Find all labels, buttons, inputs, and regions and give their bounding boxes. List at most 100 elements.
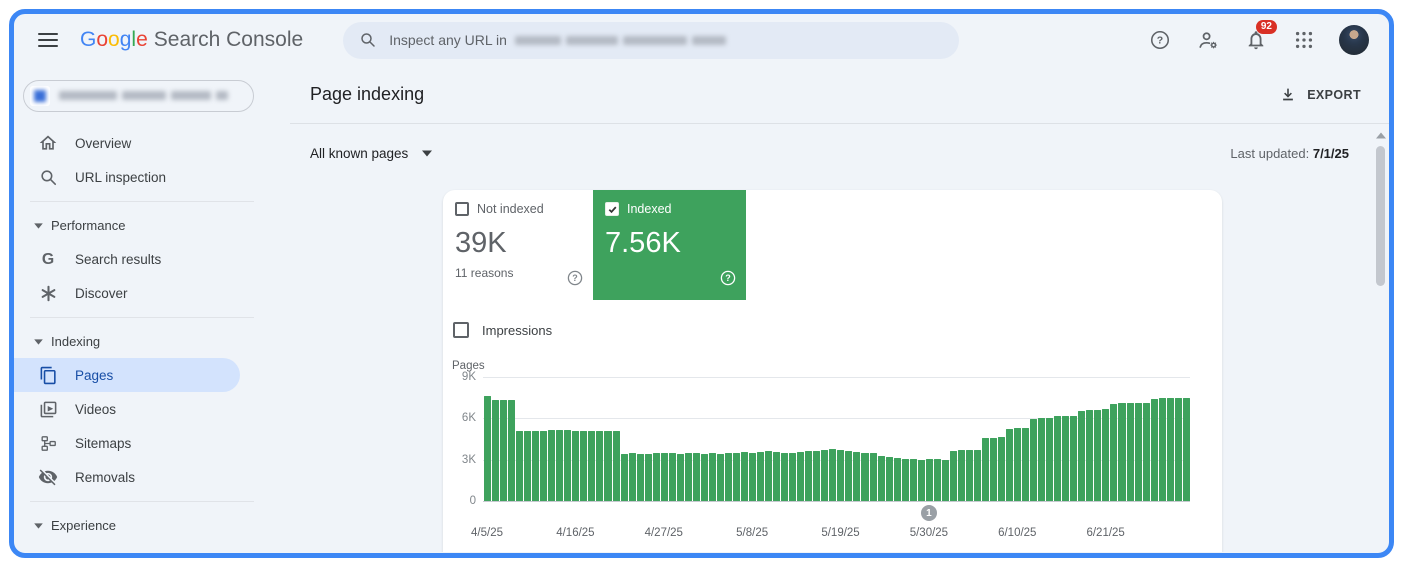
chart-bar[interactable] <box>644 454 652 501</box>
chart-bar[interactable] <box>604 430 612 501</box>
chart-bar[interactable] <box>620 454 628 501</box>
chart-bar[interactable] <box>949 450 957 501</box>
chart-bar[interactable] <box>789 452 797 501</box>
sidebar-section-performance[interactable]: Performance <box>14 209 290 242</box>
chart-bar[interactable] <box>1054 416 1062 501</box>
sidebar-item-pages[interactable]: Pages <box>14 358 240 392</box>
chart-bar[interactable] <box>1038 418 1046 501</box>
chart-bar[interactable] <box>716 454 724 501</box>
chart-bar[interactable] <box>981 438 989 501</box>
chart-bar[interactable] <box>781 452 789 501</box>
chart-bar[interactable] <box>941 459 949 501</box>
chart-bar[interactable] <box>917 459 925 501</box>
chart-bar[interactable] <box>484 396 492 501</box>
chart-bar[interactable] <box>1086 410 1094 501</box>
chart-bar[interactable] <box>1078 410 1086 501</box>
google-search-console-logo[interactable]: Google Search Console <box>80 28 303 52</box>
chart-bar[interactable] <box>797 452 805 501</box>
chart-bar[interactable] <box>973 450 981 501</box>
sidebar-item-url-inspection[interactable]: URL inspection <box>14 160 290 194</box>
avatar[interactable] <box>1339 25 1369 55</box>
sidebar-item-removals[interactable]: Removals <box>14 460 290 494</box>
scroll-up-arrow-icon[interactable] <box>1376 132 1386 139</box>
chart-bar[interactable] <box>500 399 508 501</box>
chart-bar[interactable] <box>572 430 580 501</box>
chart-bar[interactable] <box>1166 398 1174 501</box>
chart-bar[interactable] <box>516 431 524 501</box>
help-icon[interactable]: ? <box>1147 27 1173 53</box>
chart-bar[interactable] <box>548 430 556 501</box>
sidebar-section-indexing[interactable]: Indexing <box>14 325 290 358</box>
vertical-scrollbar[interactable] <box>1373 124 1389 552</box>
chart-bar[interactable] <box>829 449 837 501</box>
chart-bar[interactable] <box>1182 397 1190 501</box>
chart-bar[interactable] <box>532 431 540 501</box>
chart-bar[interactable] <box>741 452 749 501</box>
chart-bar[interactable] <box>628 453 636 501</box>
apps-grid-icon[interactable] <box>1291 27 1317 53</box>
chart-bar[interactable] <box>700 454 708 501</box>
chart-bar[interactable] <box>925 458 933 501</box>
impressions-checkbox[interactable] <box>453 322 469 338</box>
chart-bar[interactable] <box>1102 409 1110 501</box>
chart-bar[interactable] <box>821 450 829 501</box>
help-circle-icon[interactable]: ? <box>567 270 583 291</box>
chart-bar[interactable] <box>724 452 732 501</box>
chart-bar[interactable] <box>732 452 740 501</box>
chart-bar[interactable] <box>965 450 973 501</box>
chart-bar[interactable] <box>837 450 845 501</box>
chart-bar[interactable] <box>1022 427 1030 501</box>
sidebar-item-sitemaps[interactable]: Sitemaps <box>14 426 290 460</box>
hamburger-menu-icon[interactable] <box>38 33 58 47</box>
chart-bar[interactable] <box>564 430 572 501</box>
chart-bar[interactable] <box>596 430 604 501</box>
chart-bar[interactable] <box>957 450 965 501</box>
chart-bar[interactable] <box>1062 415 1070 501</box>
chart-bar[interactable] <box>1126 403 1134 501</box>
chart-bar[interactable] <box>1158 398 1166 501</box>
chart-bar[interactable] <box>885 456 893 501</box>
chart-bar[interactable] <box>540 430 548 501</box>
chart-bar[interactable] <box>1110 403 1118 501</box>
sidebar-item-videos[interactable]: Videos <box>14 392 290 426</box>
chart-bar[interactable] <box>1174 397 1182 501</box>
chart-bar[interactable] <box>1094 410 1102 501</box>
sidebar-section-experience[interactable]: Experience <box>14 509 290 542</box>
timeline-annotation-marker[interactable]: 1 <box>920 505 937 521</box>
chart-bar[interactable] <box>1030 419 1038 501</box>
scrollbar-thumb[interactable] <box>1376 146 1385 286</box>
chart-bar[interactable] <box>877 455 885 501</box>
chart-bar[interactable] <box>1046 418 1054 501</box>
indexed-tile[interactable]: Indexed 7.56K ? <box>593 190 746 300</box>
chart-bar[interactable] <box>556 430 564 501</box>
chart-bar[interactable] <box>1134 402 1142 501</box>
not-indexed-checkbox[interactable] <box>455 202 469 216</box>
chart-bar[interactable] <box>1014 427 1022 501</box>
export-button[interactable]: EXPORT <box>1279 86 1361 104</box>
chart-bar[interactable] <box>901 458 909 501</box>
chart-bar[interactable] <box>845 450 853 501</box>
chart-bar[interactable] <box>588 430 596 501</box>
chart-bar[interactable] <box>692 453 700 501</box>
chart-bar[interactable] <box>524 430 532 501</box>
chart-bar[interactable] <box>652 453 660 501</box>
chart-bar[interactable] <box>861 452 869 501</box>
chart-bar[interactable] <box>813 450 821 501</box>
chart-bar[interactable] <box>998 436 1006 501</box>
chart-bar[interactable] <box>708 453 716 501</box>
chart-bar[interactable] <box>765 451 773 501</box>
indexed-checkbox[interactable] <box>605 202 619 216</box>
chart-bar[interactable] <box>684 453 692 501</box>
chart-bar[interactable] <box>636 454 644 501</box>
chart-bar[interactable] <box>492 399 500 501</box>
chart-bar[interactable] <box>612 430 620 501</box>
sidebar-item-overview[interactable]: Overview <box>14 126 290 160</box>
page-filter-dropdown[interactable]: All known pages <box>310 146 433 161</box>
chart-bar[interactable] <box>1142 403 1150 501</box>
user-settings-icon[interactable] <box>1195 27 1221 53</box>
url-inspect-search-input[interactable]: Inspect any URL in <box>343 21 960 59</box>
chart-bar[interactable] <box>909 458 917 501</box>
chart-bar[interactable] <box>1118 403 1126 501</box>
notifications-bell-icon[interactable]: 92 <box>1243 20 1277 53</box>
chart-bar[interactable] <box>773 452 781 501</box>
